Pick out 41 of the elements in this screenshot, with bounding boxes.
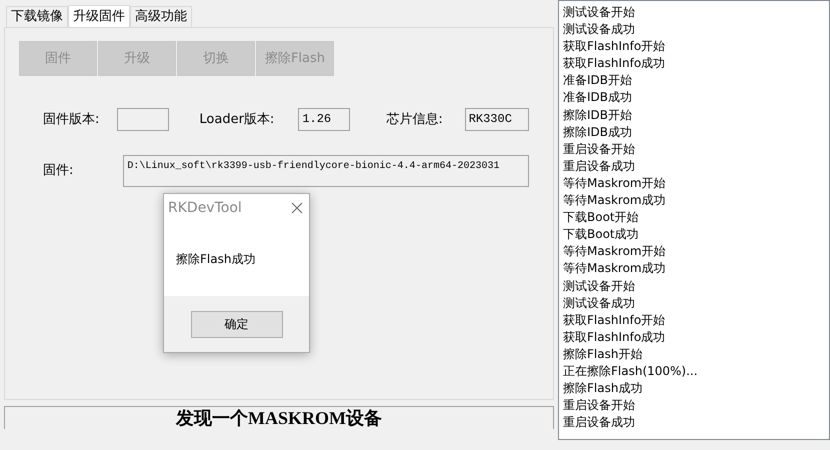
text-field[interactable]: D:\Linux_soft\rk3399-usb-friendlycore-bionic-4.4-arm64-2023031 xyxy=(123,155,530,187)
log-line: 下载Boot开始 xyxy=(563,209,640,226)
field-label: Loader版本: xyxy=(199,110,274,129)
log-line: 获取FlashInfo成功 xyxy=(563,328,666,346)
log-line: 擦除IDB开始 xyxy=(563,106,634,124)
field-label: 芯片信息: xyxy=(386,110,443,129)
log-line: 正在擦除Flash(100%)... xyxy=(563,362,699,380)
log-line: 擦除Flash成功 xyxy=(563,380,644,398)
tab[interactable]: 下载镜像 xyxy=(6,6,68,27)
tab[interactable]: 升级固件 xyxy=(68,5,130,27)
log-line: 等待Maskrom成功 xyxy=(563,192,667,210)
log-line: 重启设备成功 xyxy=(563,414,636,432)
log-line: 下载Boot成功 xyxy=(563,226,640,244)
log-line: 测试设备成功 xyxy=(563,294,636,312)
field-label: 固件版本: xyxy=(43,110,100,129)
text-field[interactable]: 1.26 xyxy=(298,108,350,131)
log-line: 擦除Flash开始 xyxy=(563,346,644,363)
log-line: 重启设备开始 xyxy=(563,140,636,158)
log-line: 重启设备开始 xyxy=(563,397,636,414)
log-line: 等待Maskrom开始 xyxy=(563,243,667,260)
log-line: 测试设备开始 xyxy=(563,278,636,294)
close-icon[interactable] xyxy=(291,202,303,214)
log-line: 擦除IDB成功 xyxy=(563,124,634,141)
dialog-message: 擦除Flash成功 xyxy=(176,252,256,266)
text-field[interactable] xyxy=(117,108,170,131)
tab[interactable]: 高级功能 xyxy=(130,6,192,27)
status-text: 发现一个MASKROM设备 xyxy=(176,407,382,429)
log-line: 测试设备开始 xyxy=(563,4,636,21)
log-line: 获取FlashInfo开始 xyxy=(563,312,666,329)
log-line: 等待Maskrom成功 xyxy=(563,260,667,278)
ok-button[interactable]: 确定 xyxy=(190,310,282,338)
field-label: 固件: xyxy=(43,162,74,180)
log-line: 重启设备成功 xyxy=(563,158,636,175)
dialog-title: RKDevTool xyxy=(168,199,242,218)
log-line: 准备IDB开始 xyxy=(563,72,634,90)
log-line: 等待Maskrom开始 xyxy=(563,174,667,192)
log-line: 获取FlashInfo开始 xyxy=(563,38,666,56)
log-line: 测试设备成功 xyxy=(563,21,636,38)
log-line: 准备IDB成功 xyxy=(563,89,634,106)
text-field[interactable]: RK330C xyxy=(464,108,529,131)
log-line: 获取FlashInfo成功 xyxy=(563,55,666,72)
